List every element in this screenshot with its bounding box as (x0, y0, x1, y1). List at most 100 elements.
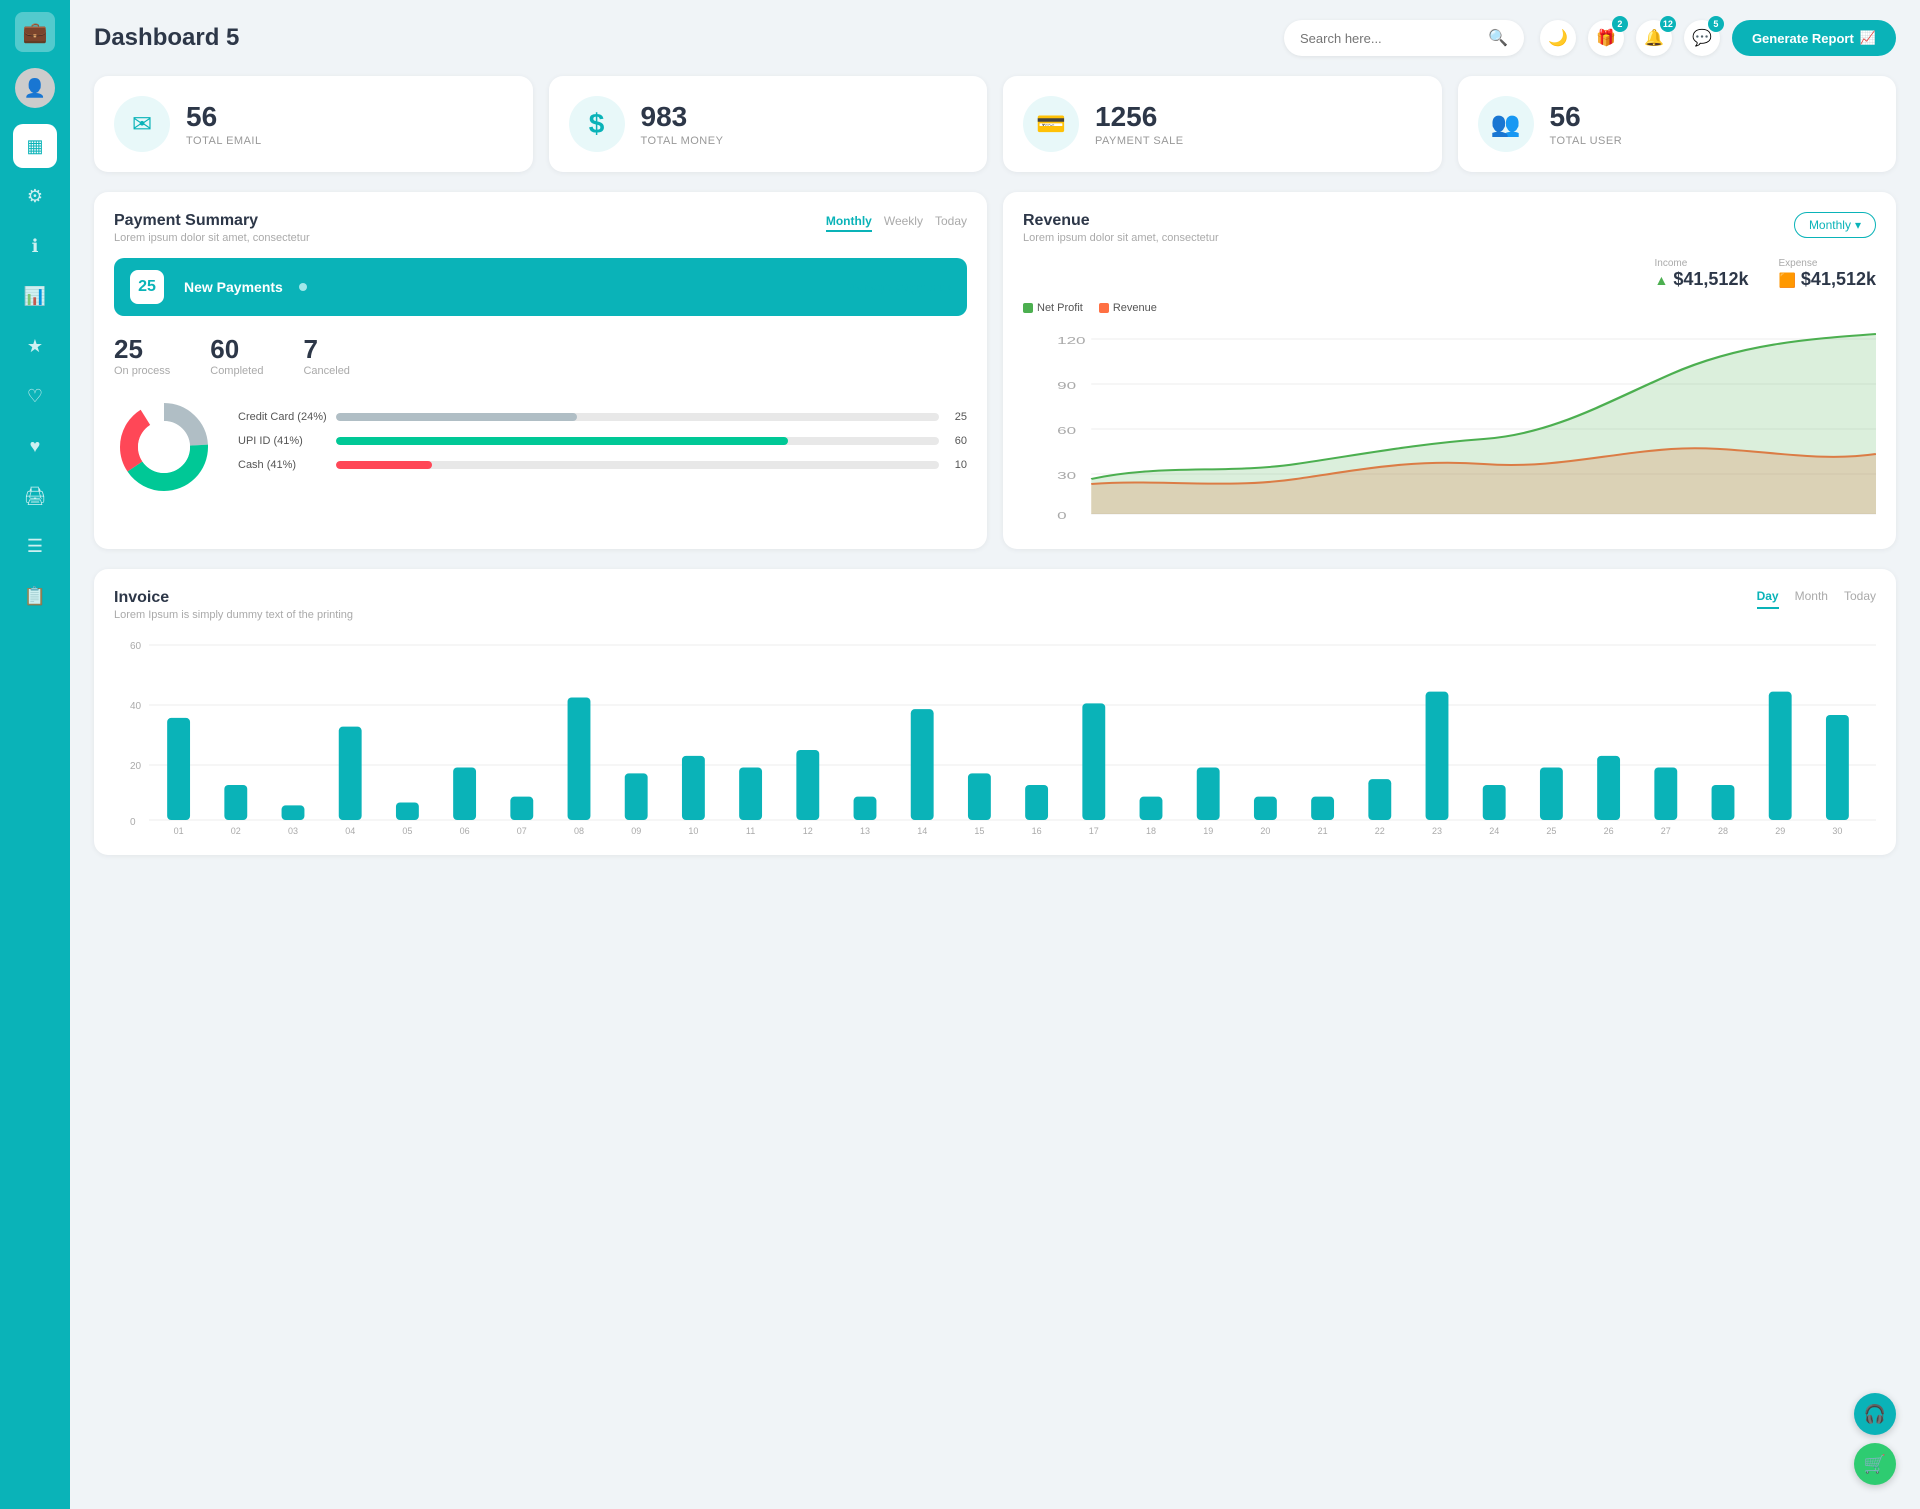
invoice-title-group: Invoice Lorem Ipsum is simply dummy text… (114, 589, 353, 621)
manage-payment-link[interactable]: Manage payment › (846, 280, 951, 294)
sidebar-item-menu[interactable]: ☰ (13, 524, 57, 568)
revenue-dropdown-button[interactable]: Monthly ▾ (1794, 212, 1876, 238)
sidebar-item-print[interactable]: 🖨 (13, 474, 57, 518)
chevron-down-icon: ▾ (1855, 218, 1861, 232)
invoice-tab-today[interactable]: Today (1844, 589, 1876, 609)
user-number: 56 (1550, 101, 1623, 133)
bar-item (1426, 692, 1449, 820)
expense-label: Expense (1778, 258, 1876, 269)
revenue-subtitle: Lorem ipsum dolor sit amet, consectetur (1023, 232, 1219, 244)
tab-today[interactable]: Today (935, 212, 967, 232)
chat-badge: 5 (1708, 16, 1724, 32)
bar-item (568, 698, 591, 821)
search-icon[interactable]: 🔍 (1488, 28, 1508, 48)
bar-item (453, 768, 476, 821)
invoice-tab-month[interactable]: Month (1795, 589, 1828, 609)
bar-item (1597, 756, 1620, 820)
bar-x-label: 21 (1318, 826, 1328, 836)
heart-fill-icon: ♥ (30, 436, 41, 457)
sidebar-item-settings[interactable]: ⚙ (13, 174, 57, 218)
bar-item (282, 805, 305, 820)
progress-bars: Credit Card (24%) 25 UPI ID (41%) 60 (238, 411, 967, 483)
bar-x-label: 09 (631, 826, 641, 836)
stat-cards-row: ✉ 56 TOTAL EMAIL $ 983 TOTAL MONEY 💳 125… (94, 76, 1896, 172)
new-payments-left: 25 New Payments (130, 270, 307, 304)
sidebar-logo[interactable]: 💼 (15, 12, 55, 52)
stat-card-user: 👥 56 TOTAL USER (1458, 76, 1897, 172)
user-avatar[interactable]: 👤 (15, 68, 55, 108)
info-icon: ℹ (32, 236, 39, 257)
expense-value: 🟧 $41,512k (1778, 269, 1876, 290)
money-number: 983 (641, 101, 724, 133)
bar-x-label: 05 (402, 826, 412, 836)
chat-icon: 💬 (1692, 28, 1712, 48)
invoice-bar-chart-svg: 60 40 20 0 01020304050607080910111213141… (114, 635, 1876, 855)
prog-credit-label: Credit Card (24%) (238, 411, 328, 423)
stat-canceled: 7 Canceled (303, 334, 349, 377)
dark-mode-button[interactable]: 🌙 (1540, 20, 1576, 56)
star-icon: ★ (27, 336, 43, 357)
new-payments-bar: 25 New Payments Manage payment › (114, 258, 967, 316)
float-support-button[interactable]: 🎧 (1854, 1393, 1896, 1435)
float-cart-button[interactable]: 🛒 (1854, 1443, 1896, 1485)
sidebar-item-list[interactable]: 📋 (13, 574, 57, 618)
email-icon: ✉ (114, 96, 170, 152)
bar-x-label: 25 (1546, 826, 1556, 836)
income-label: Income (1655, 258, 1749, 269)
tab-monthly[interactable]: Monthly (826, 212, 872, 232)
bar-x-label: 06 (460, 826, 470, 836)
bar-x-label: 26 (1604, 826, 1614, 836)
invoice-tab-day[interactable]: Day (1757, 589, 1779, 609)
stat-on-process: 25 On process (114, 334, 170, 377)
payment-summary-panel: Payment Summary Lorem ipsum dolor sit am… (94, 192, 987, 549)
bar-item (510, 797, 533, 820)
svg-text:30: 30 (1057, 470, 1076, 481)
generate-report-button[interactable]: Generate Report 📈 (1732, 20, 1896, 56)
net-profit-dot (1023, 303, 1033, 313)
bar-x-label: 22 (1375, 826, 1385, 836)
prog-credit-track (336, 413, 939, 421)
bar-x-label: 27 (1661, 826, 1671, 836)
moon-icon: 🌙 (1548, 28, 1568, 48)
tab-weekly[interactable]: Weekly (884, 212, 923, 232)
sidebar-item-heart-fill[interactable]: ♥ (13, 424, 57, 468)
bar-item (1025, 785, 1048, 820)
bar-item (1197, 768, 1220, 821)
stat-email-info: 56 TOTAL EMAIL (186, 101, 262, 147)
bar-item (1140, 797, 1163, 820)
money-icon: $ (569, 96, 625, 152)
bar-item (224, 785, 247, 820)
search-input[interactable] (1300, 31, 1480, 46)
sidebar-item-star[interactable]: ★ (13, 324, 57, 368)
bar-x-label: 04 (345, 826, 355, 836)
revenue-title: Revenue (1023, 212, 1219, 230)
bar-x-label: 23 (1432, 826, 1442, 836)
bell-button[interactable]: 🔔 12 (1636, 20, 1672, 56)
payment-methods: Credit Card (24%) 25 UPI ID (41%) 60 (114, 397, 967, 497)
canceled-label: Canceled (303, 365, 349, 377)
float-buttons: 🎧 🛒 (1854, 1393, 1896, 1485)
sidebar-item-heart-outline[interactable]: ♡ (13, 374, 57, 418)
bar-item (339, 727, 362, 820)
bar-x-label: 10 (688, 826, 698, 836)
sidebar-item-info[interactable]: ℹ (13, 224, 57, 268)
revenue-title-group: Revenue Lorem ipsum dolor sit amet, cons… (1023, 212, 1219, 244)
bar-item (1368, 779, 1391, 820)
bar-x-label: 28 (1718, 826, 1728, 836)
bar-x-label: 30 (1832, 826, 1842, 836)
prog-credit-fill (336, 413, 577, 421)
prog-upi-value: 60 (947, 435, 967, 447)
completed-label: Completed (210, 365, 263, 377)
menu-icon: ☰ (27, 536, 43, 557)
prog-cash: Cash (41%) 10 (238, 459, 967, 471)
revenue-legend: Net Profit Revenue (1023, 302, 1876, 314)
sidebar-item-chart[interactable]: 📊 (13, 274, 57, 318)
prog-upi: UPI ID (41%) 60 (238, 435, 967, 447)
sidebar-item-dashboard[interactable]: ▦ (13, 124, 57, 168)
bar-item (167, 718, 190, 820)
sidebar: 💼 👤 ▦ ⚙ ℹ 📊 ★ ♡ ♥ 🖨 ☰ 📋 (0, 0, 70, 1509)
chat-button[interactable]: 💬 5 (1684, 20, 1720, 56)
gift-button[interactable]: 🎁 2 (1588, 20, 1624, 56)
payment-label: PAYMENT SALE (1095, 135, 1184, 147)
print-icon: 🖨 (24, 486, 47, 507)
